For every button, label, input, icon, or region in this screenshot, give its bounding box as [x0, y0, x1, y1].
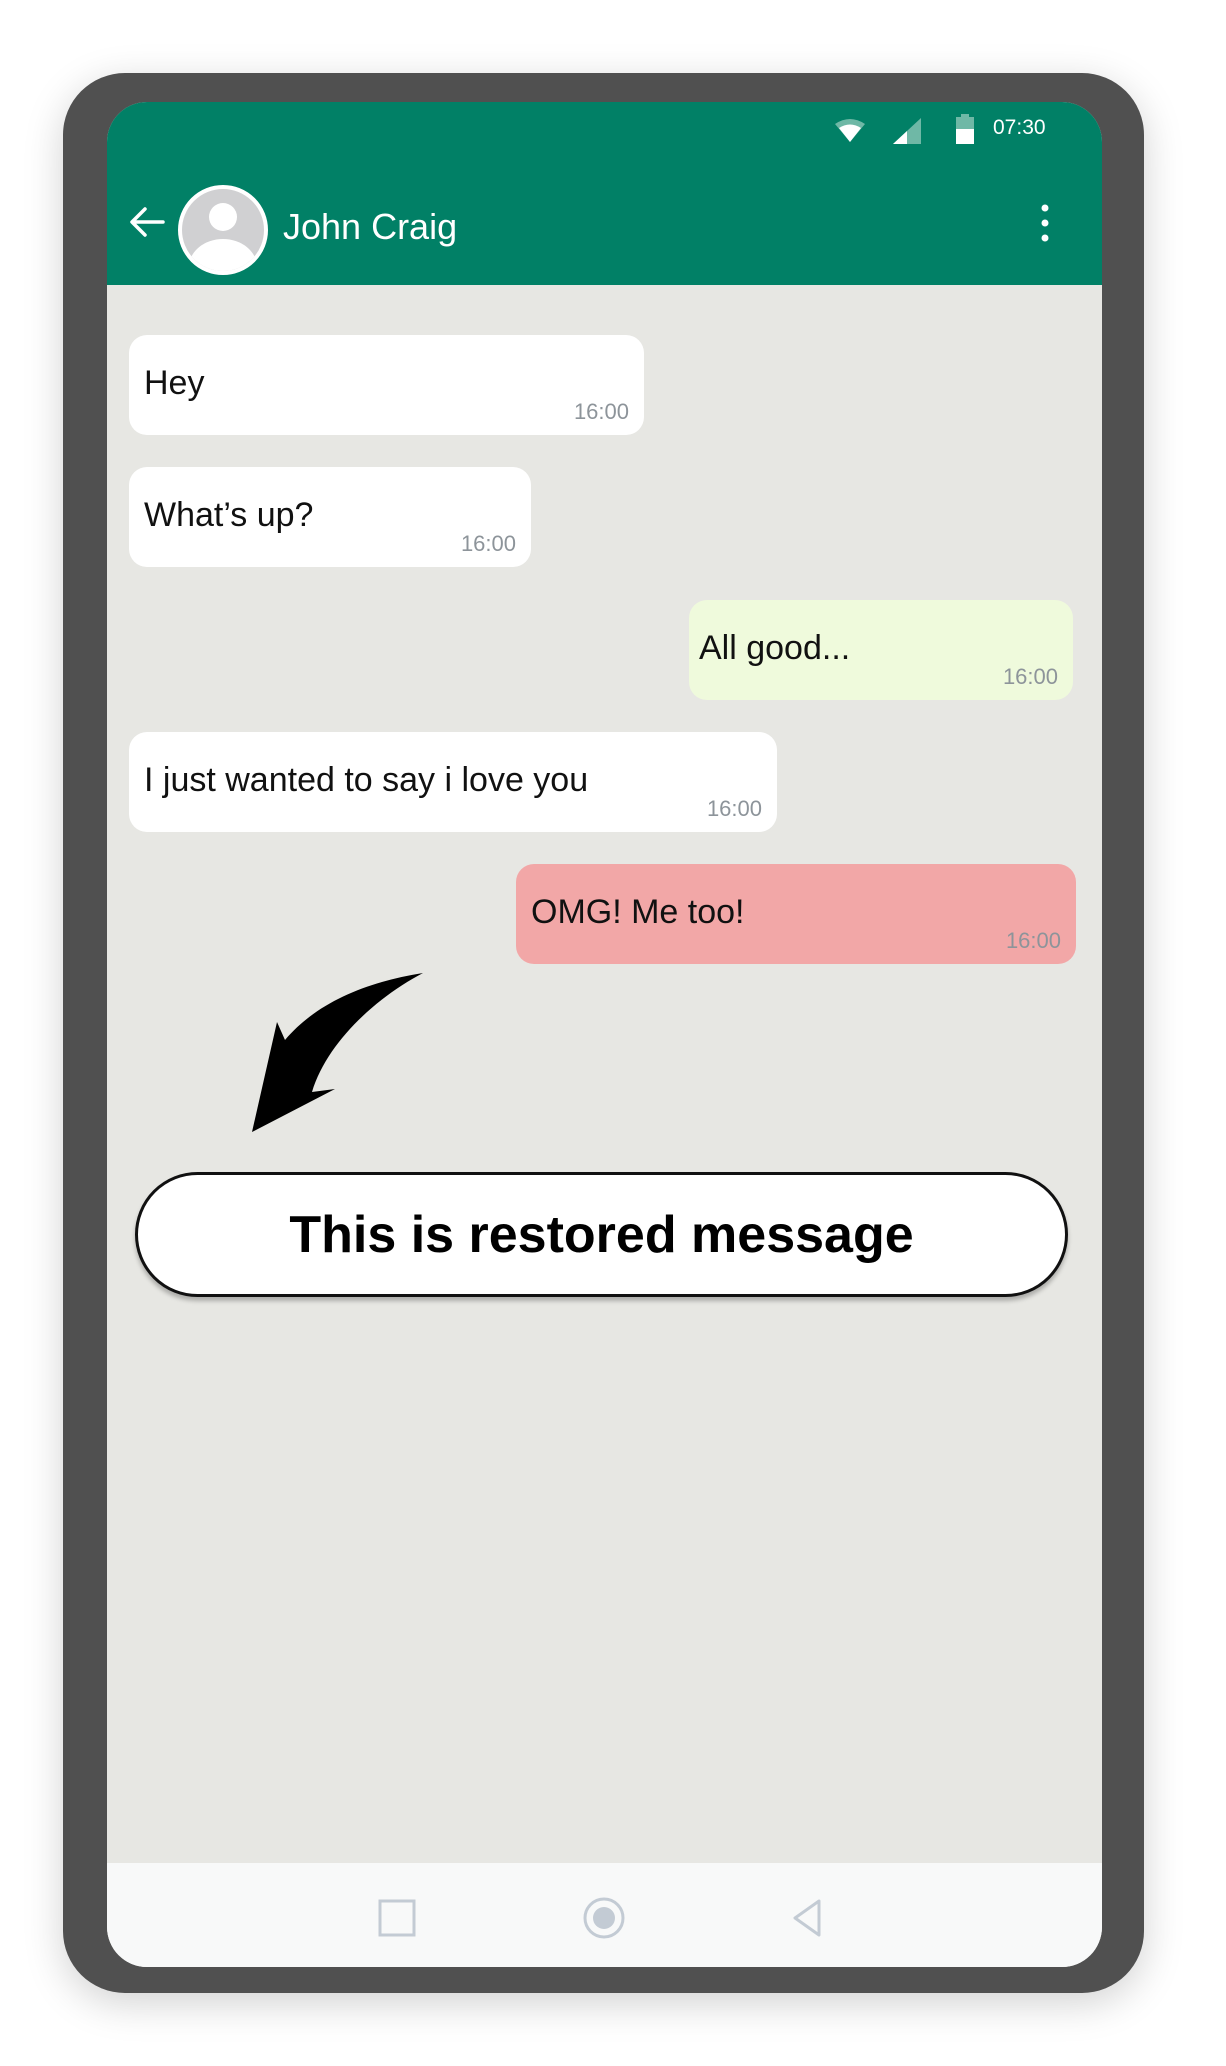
- status-time: 07:30: [993, 116, 1046, 139]
- message-time: 16:00: [460, 531, 516, 556]
- message-text: What’s up?: [144, 496, 314, 534]
- curved-arrow-down-left-icon: [252, 973, 423, 1132]
- message-time: 16:00: [1005, 928, 1061, 953]
- cellular-signal-icon: [893, 118, 921, 144]
- wifi-icon: [835, 119, 865, 142]
- default-avatar-icon: [189, 203, 257, 271]
- android-nav-bar: [107, 1863, 1102, 1967]
- restored-message-text: This is restored message: [289, 1205, 914, 1264]
- message-bubble-outgoing[interactable]: All good... 16:00: [689, 600, 1073, 700]
- back-triangle-icon[interactable]: [782, 1893, 832, 1943]
- contact-avatar[interactable]: [178, 185, 268, 275]
- phone-screen: 07:30 John Craig Hey 16:00 What’s up? 16…: [107, 102, 1102, 1967]
- chat-header: 07:30 John Craig: [107, 102, 1102, 285]
- message-bubble-incoming[interactable]: I just wanted to say i love you 16:00: [129, 732, 777, 832]
- contact-name[interactable]: John Craig: [283, 206, 457, 248]
- message-time: 16:00: [573, 399, 629, 424]
- message-text: I just wanted to say i love you: [144, 761, 589, 799]
- message-bubble-outgoing[interactable]: OMG! Me too! 16:00: [516, 864, 1076, 964]
- message-time: 16:00: [1002, 664, 1058, 689]
- more-vertical-icon[interactable]: [1035, 202, 1055, 246]
- message-text: Hey: [144, 364, 205, 402]
- restored-message-label: This is restored message: [135, 1172, 1068, 1297]
- message-text: OMG! Me too!: [531, 893, 745, 931]
- message-time: 16:00: [706, 796, 762, 821]
- battery-icon: [956, 114, 974, 144]
- recents-square-icon[interactable]: [372, 1893, 422, 1943]
- home-circle-icon[interactable]: [579, 1893, 629, 1943]
- arrow-left-icon[interactable]: [127, 202, 167, 242]
- message-text: All good...: [699, 629, 851, 667]
- message-bubble-incoming[interactable]: What’s up? 16:00: [129, 467, 531, 567]
- message-bubble-incoming[interactable]: Hey 16:00: [129, 335, 644, 435]
